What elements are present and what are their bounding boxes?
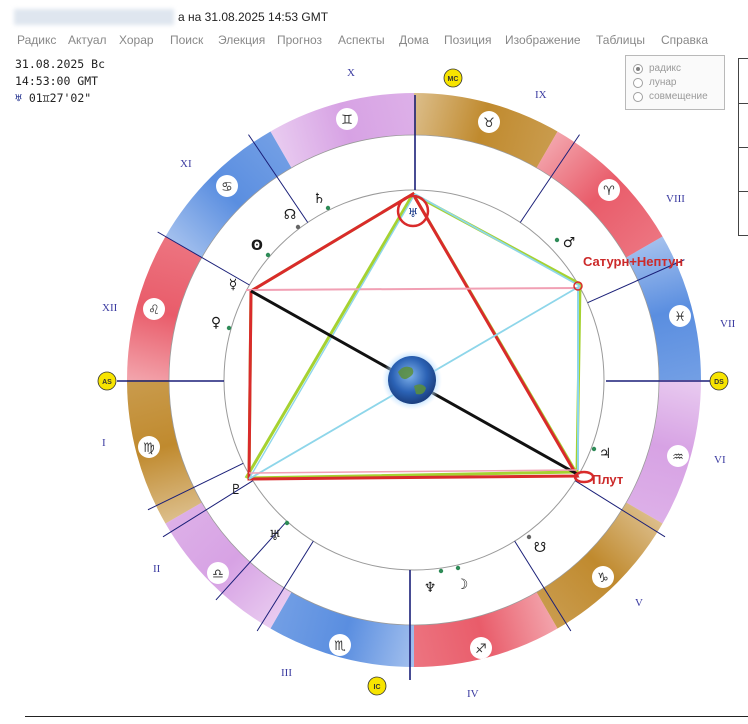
mercury-icon: ☿ <box>229 277 238 293</box>
taurus-icon: ♉ <box>483 116 495 131</box>
house-label-1: I <box>102 437 106 449</box>
sign-libra: ♎ <box>207 562 229 584</box>
scorpio-icon: ♏ <box>334 639 346 654</box>
virgo-icon: ♍ <box>143 441 155 456</box>
house-label-8: VIII <box>666 193 685 205</box>
house-label-2: II <box>153 563 161 575</box>
svg-text:IC: IC <box>374 684 381 691</box>
house-label-9: IX <box>535 89 547 101</box>
sagittarius-icon: ♐ <box>475 642 487 657</box>
capricorn-icon: ♑ <box>597 571 609 586</box>
aries-icon: ♈ <box>603 184 615 199</box>
zodiac-segment <box>536 502 663 629</box>
mc-badge[interactable]: MC <box>443 68 463 88</box>
sign-capricorn: ♑ <box>592 566 614 588</box>
leo-icon: ♌ <box>148 303 160 318</box>
aspect-pink-line <box>245 287 581 291</box>
svg-text:DS: DS <box>714 379 724 386</box>
house-label-12: XII <box>102 302 118 314</box>
house-label-4: IV <box>467 688 479 700</box>
aspect-red-lines <box>247 191 580 481</box>
mars-icon: ♂ <box>563 235 576 251</box>
sign-aries: ♈ <box>598 179 620 201</box>
aspect-green-pentagon <box>247 192 582 480</box>
sign-gemini: ♊ <box>336 108 358 130</box>
sign-sagittarius: ♐ <box>470 637 492 659</box>
annotation-saturn-neptune: Сатурн+Нептун <box>583 254 683 269</box>
bottom-divider <box>25 716 748 717</box>
sun-icon: ʘ <box>251 238 263 254</box>
moon-icon: ☽ <box>456 577 469 593</box>
house-label-3: III <box>281 667 292 679</box>
earth-icon <box>388 356 436 404</box>
uranus-icon-top: ♅ <box>408 206 419 220</box>
zodiac-segment <box>626 380 701 524</box>
house-label-10: X <box>347 67 355 79</box>
pisces-icon: ♓ <box>674 310 686 325</box>
sign-cancer: ♋ <box>216 175 238 197</box>
house-label-6: VI <box>714 454 726 466</box>
ds-badge[interactable]: DS <box>709 371 729 391</box>
libra-icon: ♎ <box>212 567 224 582</box>
house-label-11: XI <box>180 158 192 170</box>
aquarius-icon: ♒ <box>672 450 684 465</box>
gemini-icon: ♊ <box>341 113 353 128</box>
cancer-icon: ♋ <box>221 180 233 195</box>
zodiac-segment <box>270 592 414 667</box>
aspect-lines <box>244 191 595 484</box>
saturn-icon: ♄ <box>313 191 326 207</box>
neptune-icon: ♆ <box>424 580 437 596</box>
svg-text:MC: MC <box>448 76 459 83</box>
as-badge[interactable]: AS <box>97 371 117 391</box>
jupiter-icon: ♃ <box>599 446 612 462</box>
sign-taurus: ♉ <box>478 111 500 133</box>
sign-leo: ♌ <box>143 298 165 320</box>
sign-aquarius: ♒ <box>667 445 689 467</box>
pluto-icon: ♇ <box>230 482 243 498</box>
house-label-7: VII <box>720 318 736 330</box>
sign-pisces: ♓ <box>669 305 691 327</box>
sign-virgo: ♍ <box>138 436 160 458</box>
zodiac-segment <box>165 502 292 629</box>
house-label-5: V <box>635 597 643 609</box>
venus-icon: ♀ <box>211 315 221 331</box>
ic-badge[interactable]: IC <box>367 676 387 696</box>
annotation-pluto: Плут <box>592 472 623 487</box>
south-node-icon: ☋ <box>534 540 546 556</box>
north-node-icon: ☊ <box>284 207 296 223</box>
sign-scorpio: ♏ <box>329 634 351 656</box>
natal-chart: I II III IV V VI VII VIII IX X XI XII ♉ … <box>97 67 736 700</box>
uranus-icon-lower: ♅ <box>269 528 282 544</box>
zodiac-segment <box>270 93 414 168</box>
svg-text:AS: AS <box>102 379 112 386</box>
